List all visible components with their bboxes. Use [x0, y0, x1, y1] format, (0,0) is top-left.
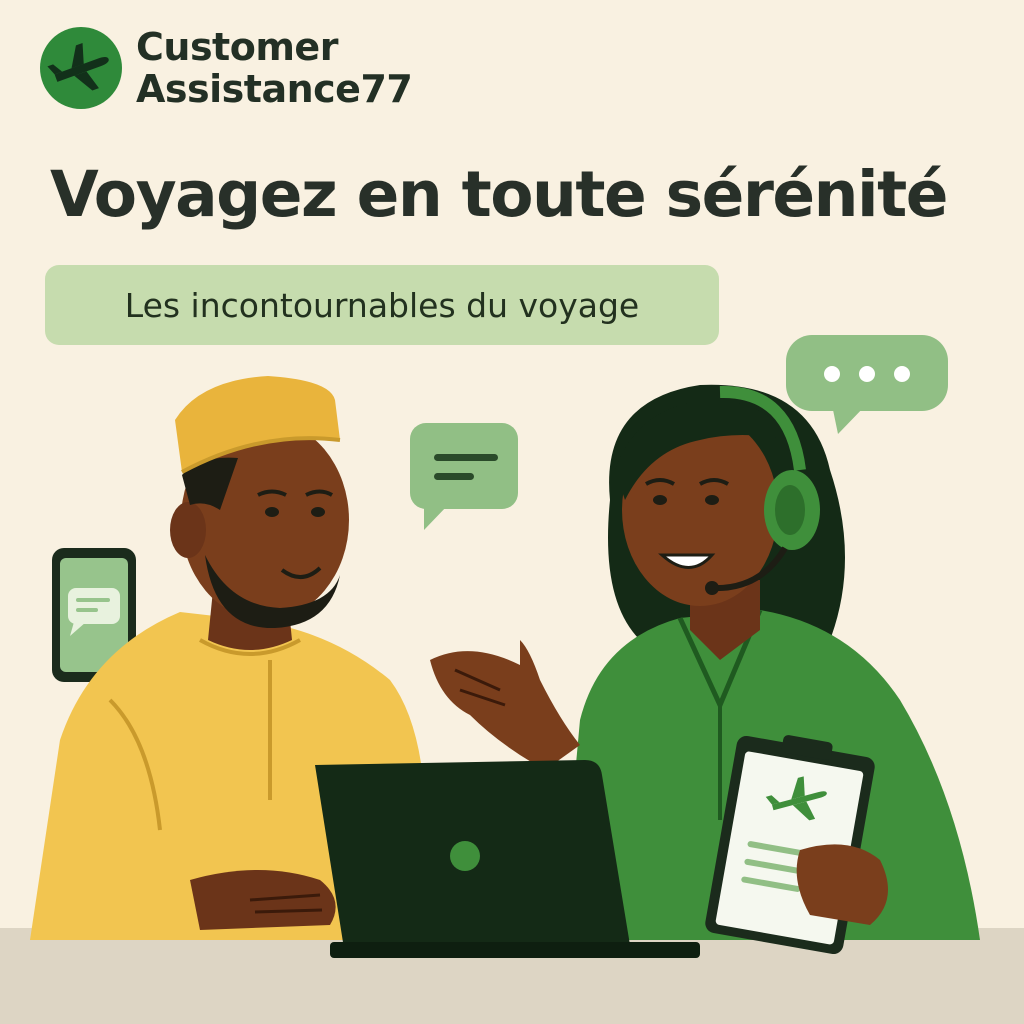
agent-hand [796, 844, 888, 925]
chat-bubble-icon [410, 423, 518, 530]
illustration [0, 335, 1024, 1024]
typing-bubble-icon [786, 335, 948, 434]
